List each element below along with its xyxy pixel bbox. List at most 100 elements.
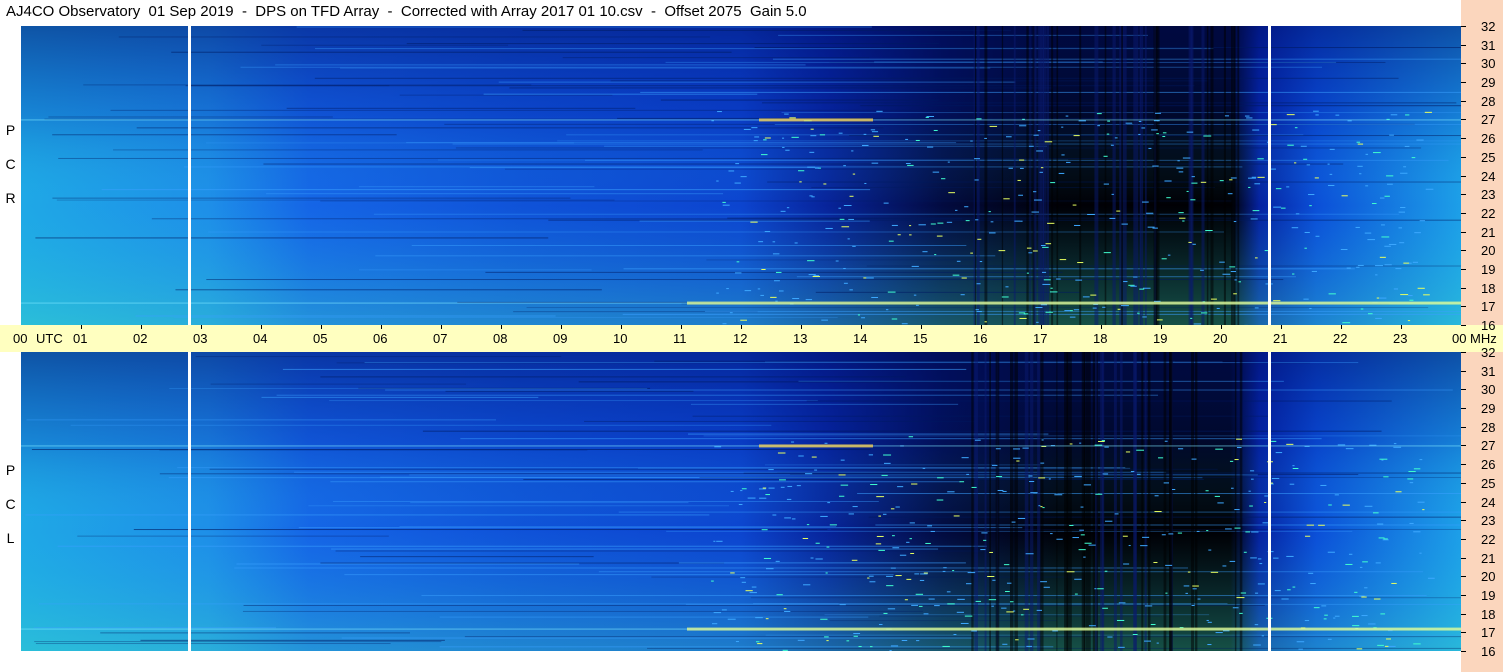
lcp-dark-column xyxy=(1068,352,1072,651)
rcp-speckle xyxy=(1224,115,1230,117)
rcp-speckle xyxy=(970,140,973,142)
lcp-striation xyxy=(687,433,1049,435)
lcp-speckle xyxy=(840,459,845,461)
rcp-speckle xyxy=(1308,194,1315,196)
lcp-speckle xyxy=(1192,588,1197,590)
lcp-freq-tick-mark xyxy=(1461,632,1466,633)
lcp-speckle xyxy=(1372,512,1379,514)
rcp-speckle xyxy=(965,220,970,222)
time-tick-label: 18 xyxy=(1093,331,1108,346)
lcp-speckle xyxy=(1104,520,1113,522)
lcp-dark-column xyxy=(1083,352,1086,651)
lcp-freq-tick-label: 19 xyxy=(1481,587,1496,603)
rcp-speckle xyxy=(1311,270,1318,272)
lcp-freq-tick-mark xyxy=(1461,389,1466,390)
lcp-striation xyxy=(439,616,869,618)
lcp-dark-column xyxy=(1100,352,1104,651)
lcp-speckle xyxy=(1009,601,1014,603)
lcp-speckle xyxy=(1101,440,1106,442)
lcp-dark-column xyxy=(1195,352,1198,651)
lcp-speckle xyxy=(1005,591,1010,593)
lcp-striation xyxy=(764,361,1223,363)
rcp-striation xyxy=(375,255,996,257)
lcp-speckle xyxy=(881,474,888,476)
time-tick-mark xyxy=(321,325,322,329)
rcp-speckle xyxy=(1357,165,1363,167)
rcp-freq-tick-mark xyxy=(1461,26,1466,27)
lcp-speckle xyxy=(825,572,828,574)
rcp-speckle xyxy=(1096,113,1102,115)
rcp-speckle xyxy=(811,196,815,198)
lcp-spectrogram xyxy=(21,352,1461,651)
rcp-speckle xyxy=(716,292,719,294)
lcp-striation xyxy=(100,632,410,634)
rcp-speckle xyxy=(863,133,867,135)
rcp-speckle xyxy=(1294,127,1298,129)
lcp-speckle xyxy=(1048,478,1051,480)
time-tick-label: 15 xyxy=(913,331,928,346)
lcp-speckle xyxy=(1040,506,1043,508)
rcp-speckle xyxy=(813,275,820,277)
lcp-speckle xyxy=(1225,528,1232,530)
rcp-speckle xyxy=(1142,316,1147,318)
lcp-speckle xyxy=(1015,639,1019,641)
rcp-freq-tick-mark xyxy=(1461,45,1466,46)
lcp-speckle xyxy=(852,506,858,508)
lcp-freq-tick-mark xyxy=(1461,614,1466,615)
time-tick-mark xyxy=(1221,325,1222,329)
rcp-speckle xyxy=(1050,182,1056,184)
rcp-speckle xyxy=(909,225,912,227)
lcp-speckle xyxy=(1253,644,1261,646)
lcp-dark-column xyxy=(984,352,987,651)
rcp-speckle xyxy=(1186,131,1194,133)
lcp-speckle xyxy=(1029,481,1035,483)
rcp-speckle xyxy=(871,131,879,133)
lcp-striation xyxy=(445,390,694,392)
rcp-speckle xyxy=(870,129,876,131)
lcp-striation xyxy=(344,574,894,576)
time-tick-mark xyxy=(201,325,202,329)
lcp-freq-tick-label: 23 xyxy=(1481,513,1496,529)
rcp-freq-tick-label: 16 xyxy=(1481,318,1496,333)
lcp-striation xyxy=(399,525,837,527)
lcp-dark-column xyxy=(1056,352,1058,651)
rcp-speckle xyxy=(871,162,879,164)
rcp-freq-tick-mark xyxy=(1461,119,1466,120)
rcp-speckle xyxy=(933,129,938,131)
lcp-speckle xyxy=(1080,534,1085,536)
rcp-dark-column xyxy=(1029,26,1031,325)
lcp-speckle xyxy=(846,640,850,642)
rcp-striation xyxy=(135,315,556,317)
rcp-speckle xyxy=(1356,141,1361,143)
rcp-striation xyxy=(173,317,838,319)
time-tick-mark xyxy=(1101,325,1102,329)
rcp-striation xyxy=(110,109,962,111)
rcp-speckle xyxy=(1082,296,1090,298)
rcp-speckle xyxy=(1400,172,1408,174)
rcp-speckle xyxy=(1341,195,1348,197)
rcp-speckle xyxy=(843,267,846,269)
lcp-speckle xyxy=(1391,582,1397,584)
rcp-speckle xyxy=(1384,195,1390,197)
rcp-speckle xyxy=(1359,173,1362,175)
rcp-speckle xyxy=(1381,224,1385,226)
lcp-speckle xyxy=(711,580,714,582)
time-tick-mark xyxy=(1341,325,1342,329)
rcp-dark-column xyxy=(1038,26,1042,325)
rcp-speckle xyxy=(838,132,843,134)
lcp-striation xyxy=(159,449,588,451)
lcp-speckle xyxy=(971,486,977,488)
time-tick-label: 02 xyxy=(133,331,148,346)
lcp-speckle xyxy=(1362,561,1368,563)
rcp-speckle xyxy=(1156,133,1159,135)
rcp-speckle xyxy=(1329,173,1333,175)
rcp-speckle xyxy=(1375,274,1378,276)
lcp-striation xyxy=(140,639,445,641)
lcp-speckle xyxy=(1275,452,1283,454)
rcp-label-p: P xyxy=(5,122,16,138)
time-tick-mark xyxy=(1041,325,1042,329)
lcp-speckle xyxy=(1025,553,1034,555)
rcp-striation xyxy=(562,57,870,59)
rcp-speckle xyxy=(1399,242,1405,244)
rcp-speckle xyxy=(1291,227,1299,229)
